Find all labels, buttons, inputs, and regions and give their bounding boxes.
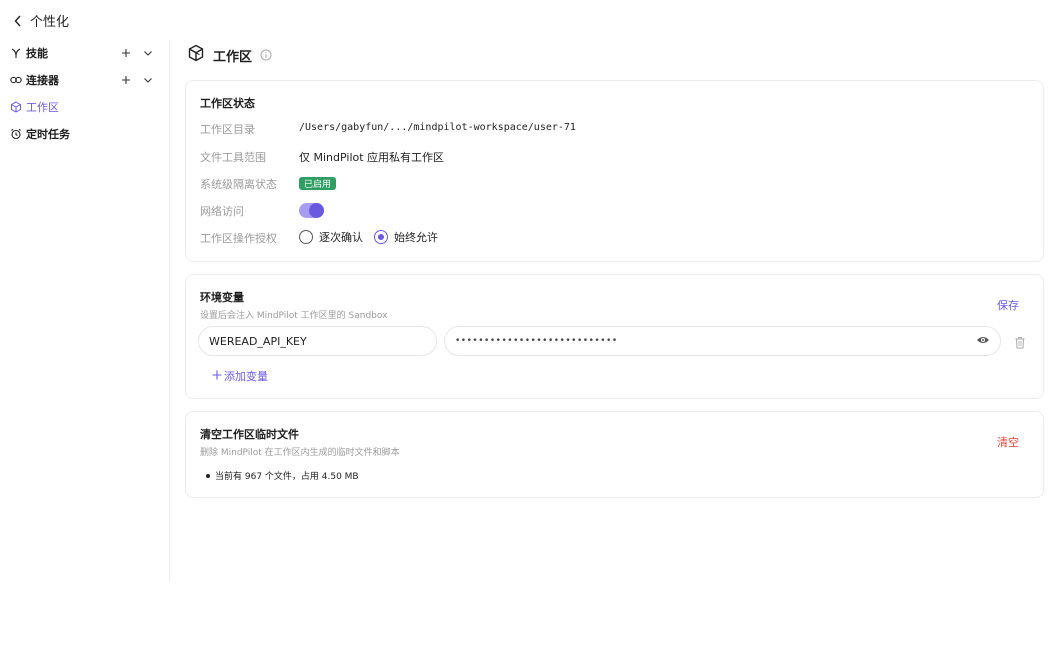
plus-icon[interactable] bbox=[120, 47, 132, 59]
page-title: 个性化 bbox=[30, 15, 70, 30]
sidebar: 技能 连接器 工作区 定时任务 bbox=[0, 40, 170, 582]
env-key-input[interactable] bbox=[198, 326, 437, 356]
radio-label: 始终允许 bbox=[394, 231, 438, 244]
file-stats: 当前有 967 个文件，占用 4.50 MB bbox=[206, 469, 359, 482]
card-subtitle: 删除 MindPilot 在工作区内生成的临时文件和脚本 bbox=[200, 448, 400, 458]
chevron-left-icon bbox=[14, 14, 24, 28]
radio-label: 逐次确认 bbox=[319, 231, 363, 244]
workspace-dir-value: /Users/gabyfun/.../mindpilot-workspace/u… bbox=[299, 122, 576, 133]
workspace-status-card: 工作区状态 工作区目录 /Users/gabyfun/.../mindpilot… bbox=[185, 80, 1044, 262]
section-title: 工作区 bbox=[213, 49, 253, 65]
info-icon[interactable] bbox=[260, 46, 272, 65]
row-label: 文件工具范围 bbox=[200, 151, 266, 164]
card-subtitle: 设置后会注入 MindPilot 工作区里的 Sandbox bbox=[200, 311, 388, 321]
bullet-dot bbox=[206, 473, 210, 478]
sidebar-item-label: 连接器 bbox=[26, 74, 59, 87]
eye-icon[interactable] bbox=[976, 335, 990, 348]
chevron-down-icon[interactable] bbox=[142, 74, 154, 86]
clear-button[interactable]: 清空 bbox=[997, 434, 1019, 450]
sidebar-item-connectors[interactable]: 连接器 bbox=[10, 69, 160, 91]
env-value-input[interactable]: •••••••••••••••••••••••••••• bbox=[444, 326, 1001, 356]
env-key-field[interactable] bbox=[209, 334, 426, 348]
sidebar-item-skills[interactable]: 技能 bbox=[10, 42, 160, 64]
row-label: 工作区操作授权 bbox=[200, 232, 277, 245]
add-variable-button[interactable]: 添加变量 bbox=[212, 368, 268, 384]
toggle-knob bbox=[309, 203, 324, 218]
plus-icon bbox=[212, 370, 222, 383]
clear-temp-files-card: 清空工作区临时文件 删除 MindPilot 在工作区内生成的临时文件和脚本 清… bbox=[185, 411, 1044, 498]
row-label: 系统级隔离状态 bbox=[200, 178, 277, 191]
radio-circle bbox=[299, 230, 313, 244]
link-icon bbox=[10, 74, 22, 86]
file-stats-text: 当前有 967 个文件，占用 4.50 MB bbox=[215, 472, 359, 482]
chevron-down-icon[interactable] bbox=[142, 47, 154, 59]
add-variable-label: 添加变量 bbox=[224, 370, 268, 383]
skills-icon bbox=[10, 47, 22, 59]
radio-always-allow[interactable]: 始终允许 bbox=[374, 229, 438, 245]
cube-icon bbox=[10, 101, 22, 113]
sidebar-item-label: 技能 bbox=[26, 47, 48, 60]
card-title: 环境变量 bbox=[200, 291, 244, 304]
sidebar-item-scheduled-tasks[interactable]: 定时任务 bbox=[10, 123, 160, 145]
card-title: 工作区状态 bbox=[200, 97, 255, 110]
row-label: 工作区目录 bbox=[200, 123, 255, 136]
network-access-toggle[interactable] bbox=[299, 203, 324, 218]
env-vars-card: 环境变量 设置后会注入 MindPilot 工作区里的 Sandbox 保存 •… bbox=[185, 274, 1044, 399]
alarm-clock-icon bbox=[10, 128, 22, 140]
save-button[interactable]: 保存 bbox=[997, 297, 1019, 313]
radio-circle bbox=[374, 230, 388, 244]
trash-icon[interactable] bbox=[1014, 334, 1026, 353]
section-header: 工作区 bbox=[187, 44, 272, 66]
radio-confirm-each[interactable]: 逐次确认 bbox=[299, 229, 363, 245]
status-badge: 已启用 bbox=[299, 177, 337, 190]
masked-value: •••••••••••••••••••••••••••• bbox=[455, 336, 618, 346]
sidebar-item-label: 定时任务 bbox=[26, 128, 70, 141]
card-title: 清空工作区临时文件 bbox=[200, 428, 299, 441]
file-scope-value: 仅 MindPilot 应用私有工作区 bbox=[299, 151, 445, 164]
sidebar-item-workspace[interactable]: 工作区 bbox=[10, 96, 160, 118]
plus-icon[interactable] bbox=[120, 74, 132, 86]
cube-icon bbox=[187, 44, 205, 66]
row-label: 网络访问 bbox=[200, 205, 244, 218]
back-button[interactable]: 个性化 bbox=[14, 11, 69, 30]
sidebar-item-label: 工作区 bbox=[26, 101, 59, 114]
